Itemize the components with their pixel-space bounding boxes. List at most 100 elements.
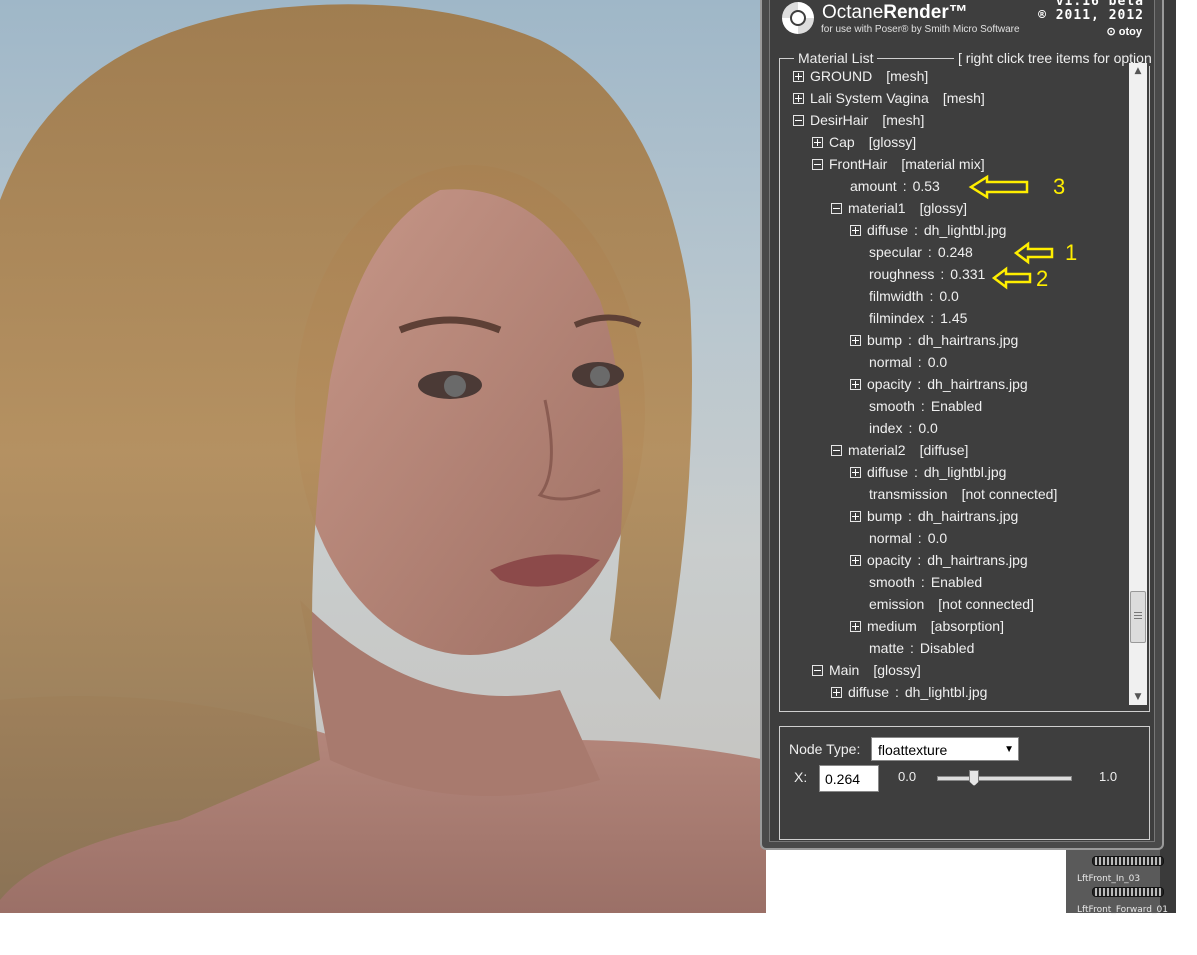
annotation-arrow-icon (991, 266, 1032, 290)
expand-icon[interactable] (831, 686, 842, 698)
tree-item-value: Enabled (930, 574, 983, 590)
expand-icon[interactable] (812, 136, 823, 148)
tree-item-value: [glossy] (919, 200, 968, 216)
parameter-dial[interactable] (1092, 887, 1164, 897)
tree-item-value: dh_hairtrans.jpg (927, 552, 1028, 568)
scrollbar-thumb[interactable] (1130, 591, 1146, 643)
tree-item[interactable]: Lali System Vagina [mesh] (793, 87, 985, 109)
tree-item[interactable]: Cap [glossy] (812, 131, 916, 153)
x-value-input[interactable]: 0.264 (819, 765, 879, 792)
tree-item[interactable]: index:0.0 (869, 417, 938, 439)
tree-item-value: 0.331 (950, 266, 986, 282)
tree-item-value: 0.248 (937, 244, 973, 260)
tree-item-separator: : (914, 464, 918, 480)
collapse-icon[interactable] (812, 664, 823, 676)
tree-item[interactable]: smooth: Enabled (869, 395, 982, 417)
tree-item[interactable]: normal:0.0 (869, 527, 947, 549)
tree-item[interactable]: opacity: dh_hairtrans.jpg (850, 549, 1028, 571)
tree-item[interactable]: specular:0.248 (869, 241, 973, 263)
tree-item-name: filmindex (869, 310, 925, 326)
annotation-arrow-icon (1013, 241, 1054, 265)
tree-item[interactable]: opacity: dh_hairtrans.jpg (850, 373, 1028, 395)
scroll-down-arrow-icon[interactable]: ▼ (1129, 689, 1147, 705)
expand-icon[interactable] (850, 510, 861, 522)
slider-min-label: 0.0 (898, 769, 917, 784)
tree-item-value: Enabled (930, 398, 983, 414)
octane-window: OctaneRender™ for use with Poser® by Smi… (760, 0, 1164, 850)
octane-subtitle: for use with Poser® by Smith Micro Softw… (821, 24, 1020, 35)
tree-item-separator: : (902, 178, 907, 194)
scroll-up-arrow-icon[interactable]: ▲ (1129, 63, 1147, 79)
tree-item[interactable]: filmwidth:0.0 (869, 285, 959, 307)
expand-icon[interactable] (850, 466, 861, 478)
tree-item[interactable]: bump: dh_hairtrans.jpg (850, 329, 1018, 351)
tree-item-value: [not connected] (961, 486, 1058, 502)
tree-item-name: amount (850, 178, 897, 194)
tree-scrollbar[interactable]: ▲ ▼ (1129, 63, 1147, 705)
tree-item-separator: : (929, 288, 934, 304)
collapse-icon[interactable] (812, 158, 823, 170)
expand-icon[interactable] (850, 224, 861, 236)
collapse-icon[interactable] (831, 444, 842, 456)
tree-item[interactable]: diffuse: dh_lightbl.jpg (850, 219, 1006, 241)
expand-icon[interactable] (793, 92, 804, 104)
tree-item[interactable]: filmindex:1.45 (869, 307, 967, 329)
octane-logo-icon (782, 2, 814, 34)
tree-item-separator: : (908, 332, 912, 348)
tree-item-name: medium (867, 618, 917, 634)
tree-item[interactable]: GROUND [mesh] (793, 65, 928, 87)
expand-icon[interactable] (850, 378, 861, 390)
collapse-icon[interactable] (793, 114, 804, 126)
tree-item-value: [absorption] (930, 618, 1004, 634)
tree-item-value: [mesh] (942, 90, 985, 106)
x-slider[interactable] (937, 770, 1072, 786)
annotation-number: 2 (1036, 266, 1049, 291)
material-tree[interactable]: GROUND [mesh] Lali System Vagina [mesh] Desi… (780, 65, 1120, 705)
tree-item[interactable]: material2 [diffuse] (831, 439, 968, 461)
tree-item[interactable]: roughness:0.331 (869, 263, 985, 285)
collapse-icon[interactable] (831, 202, 842, 214)
tree-item[interactable]: Main [glossy] (812, 659, 921, 681)
tree-item-name: Main (829, 662, 860, 678)
tree-item[interactable]: diffuse: dh_lightbl.jpg (850, 461, 1006, 483)
tree-item-separator: : (917, 530, 922, 546)
tree-item-name: smooth (869, 398, 915, 414)
tree-item[interactable]: transmission [not connected] (869, 483, 1057, 505)
tree-item[interactable]: medium [absorption] (850, 615, 1004, 637)
tree-item[interactable]: matte: Disabled (869, 637, 974, 659)
tree-item-separator: : (910, 640, 914, 656)
tree-item-value: [mesh] (886, 68, 929, 84)
tree-item-name: matte (869, 640, 905, 656)
tree-item[interactable]: bump: dh_hairtrans.jpg (850, 505, 1018, 527)
tree-item[interactable]: amount:0.53 (850, 175, 940, 197)
annotation-number: 3 (1053, 174, 1066, 199)
tree-item-name: material1 (848, 200, 906, 216)
tree-item-separator: : (895, 684, 899, 700)
tree-item[interactable]: emission [not connected] (869, 593, 1034, 615)
expand-icon[interactable] (793, 70, 804, 82)
tree-item-value: [glossy] (868, 134, 917, 150)
tree-item[interactable]: normal:0.0 (869, 351, 947, 373)
expand-icon[interactable] (850, 554, 861, 566)
tree-item[interactable]: diffuse: dh_lightbl.jpg (831, 681, 987, 703)
node-type-select[interactable]: floattexture ▼ (871, 737, 1019, 761)
tree-item-value: dh_lightbl.jpg (904, 684, 988, 700)
expand-icon[interactable] (850, 334, 861, 346)
expand-icon[interactable] (850, 620, 861, 632)
tree-item[interactable]: material1 [glossy] (831, 197, 967, 219)
parameter-dial[interactable] (1092, 856, 1164, 866)
tree-item[interactable]: DesirHair [mesh] (793, 109, 924, 131)
slider-thumb[interactable] (969, 770, 980, 786)
tree-item-value: dh_lightbl.jpg (923, 222, 1007, 238)
node-type-panel: Node Type: floattexture ▼ X: 0.264 0.0 1.… (779, 726, 1150, 840)
copyright-label: ® 2011, 2012 (1038, 8, 1144, 23)
annotation-number: 1 (1065, 240, 1078, 265)
tree-item-value: 0.0 (939, 288, 959, 304)
tree-item-value: [not connected] (938, 596, 1034, 612)
parameter-label: LftFront_In_03 (1077, 874, 1141, 884)
tree-item[interactable]: smooth: Enabled (869, 571, 982, 593)
grip-icon (1134, 612, 1142, 620)
tree-item[interactable]: FrontHair [material mix] (812, 153, 985, 175)
tree-item-name: material2 (848, 442, 906, 458)
render-image (0, 4, 766, 913)
